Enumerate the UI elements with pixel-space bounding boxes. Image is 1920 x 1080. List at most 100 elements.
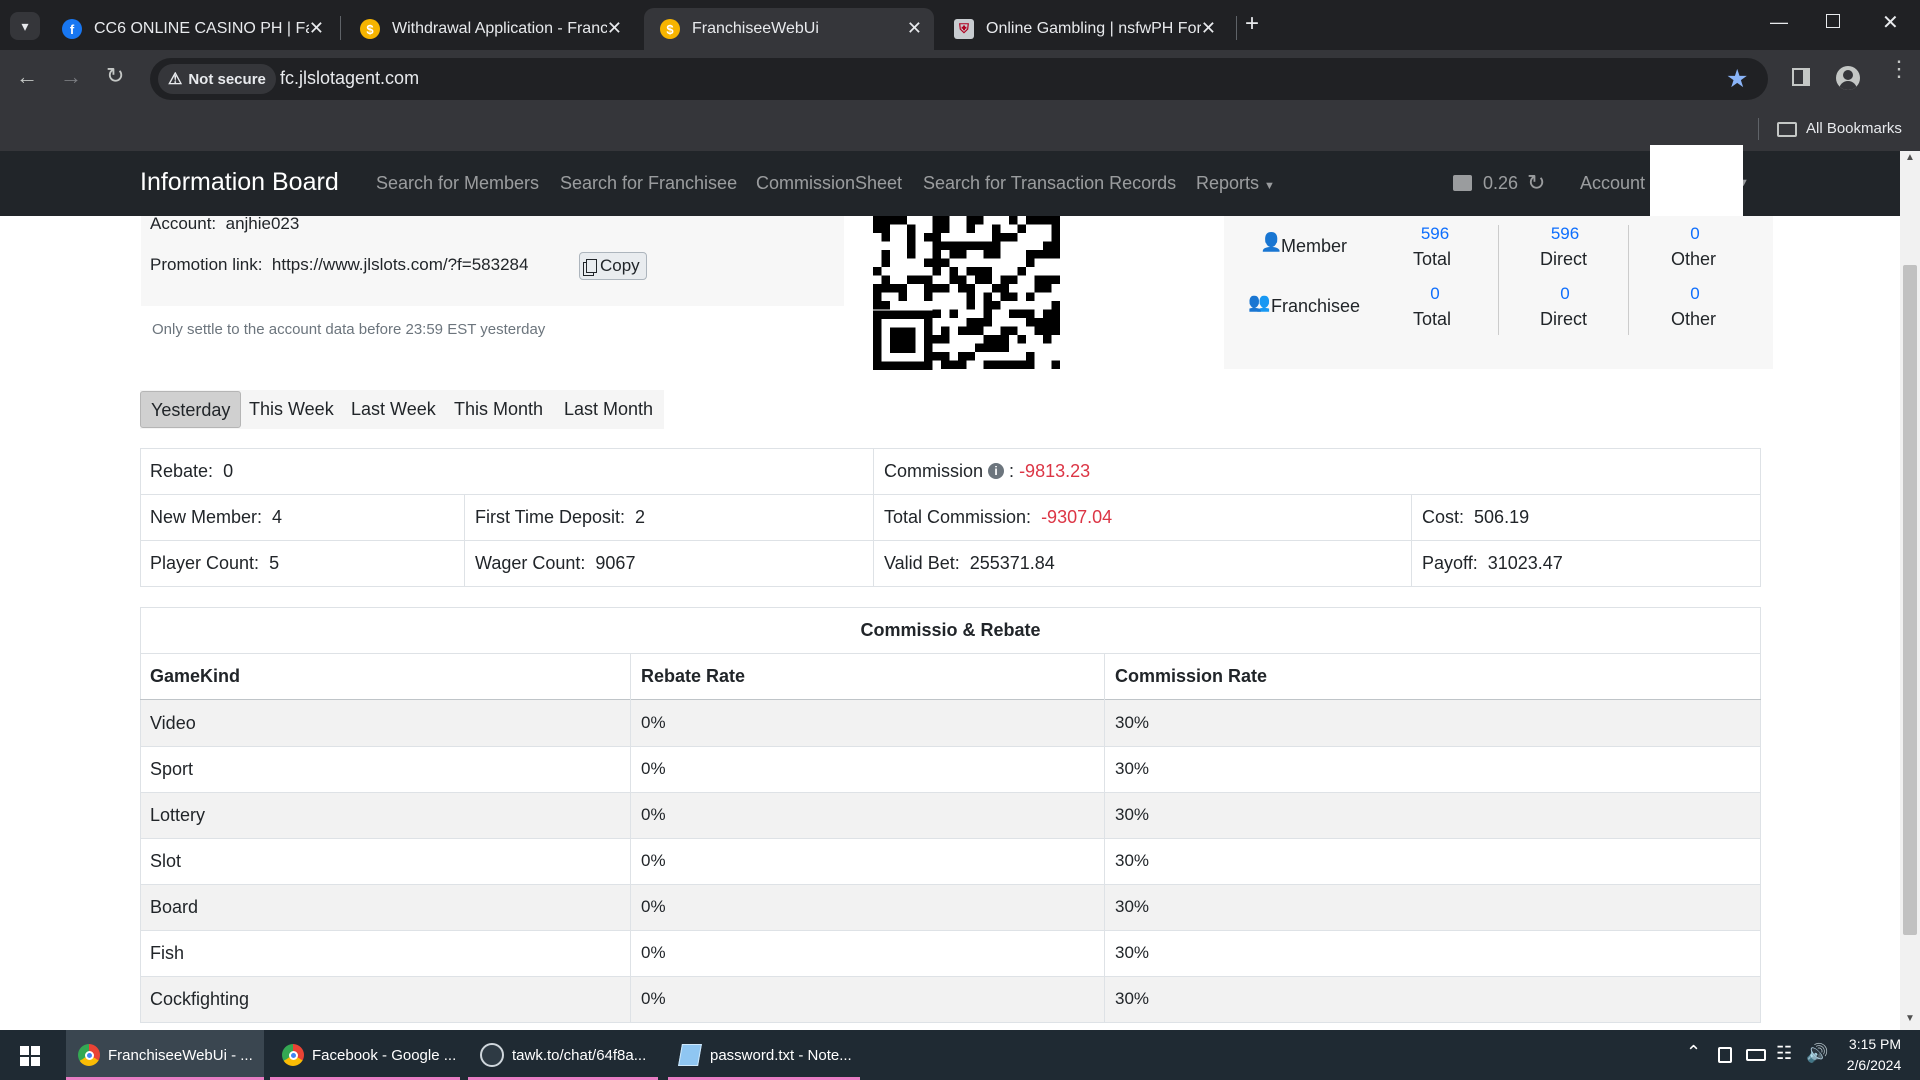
tab-facebook[interactable]: f CC6 ONLINE CASINO PH | Facel ✕: [46, 8, 336, 50]
rates-title: Commissio & Rebate: [860, 620, 1041, 640]
row-line: [140, 746, 1761, 747]
kebab-menu-icon[interactable]: ⋮: [1888, 58, 1910, 80]
windows-start-icon[interactable]: [20, 1046, 40, 1066]
cell-gamekind: Slot: [150, 850, 182, 871]
period-last-month[interactable]: Last Month: [554, 391, 663, 428]
franchisee-total[interactable]: 0: [1420, 284, 1450, 304]
row-line: [140, 1022, 1761, 1023]
side-panel-icon[interactable]: [1792, 68, 1810, 86]
scroll-up-arrow-icon[interactable]: ▲: [1905, 152, 1915, 163]
table-row: [141, 884, 1760, 930]
chevron-up-icon[interactable]: ⌃: [1686, 1042, 1701, 1063]
tab-divider: [1236, 16, 1237, 40]
cell-rebate-rate: 0%: [641, 805, 666, 824]
nav-search-franchisee[interactable]: Search for Franchisee: [560, 173, 737, 194]
player-count-cell: Player Count: 5: [140, 540, 279, 586]
member-total[interactable]: 596: [1420, 224, 1450, 244]
cell-commission-rate: 30%: [1115, 897, 1150, 916]
nav-transaction-records[interactable]: Search for Transaction Records: [923, 173, 1176, 194]
close-tab-icon[interactable]: ✕: [1201, 18, 1216, 39]
tab-title: FranchiseeWebUi: [692, 20, 819, 37]
not-secure-chip[interactable]: ⚠ Not secure: [158, 64, 276, 94]
franchisee-label: Franchisee: [1271, 296, 1361, 316]
tab-franchisee-webui[interactable]: $ FranchiseeWebUi ✕: [644, 8, 934, 50]
forward-arrow-icon[interactable]: →: [60, 64, 82, 90]
tab-title: Withdrawal Application - Franc: [392, 20, 607, 37]
period-last-week[interactable]: Last Week: [341, 391, 446, 428]
close-window-icon[interactable]: ✕: [1882, 10, 1899, 35]
table-row: [141, 792, 1760, 838]
tab-list-chevron-icon[interactable]: ▾: [10, 12, 40, 40]
nav-account-dropdown[interactable]: Account: [1580, 173, 1645, 194]
direct-label: Direct: [1540, 309, 1588, 329]
clock-date[interactable]: 2/6/2024: [1836, 1057, 1912, 1073]
close-tab-icon[interactable]: ✕: [607, 18, 622, 39]
reload-icon[interactable]: ↻: [106, 63, 124, 89]
wifi-icon[interactable]: ☷: [1776, 1043, 1792, 1064]
address-bar[interactable]: ⚠ Not secure fc.jlslotagent.com ★: [150, 58, 1768, 100]
cost-cell: Cost: 506.19: [1412, 494, 1529, 540]
taskbar-item-tawk[interactable]: tawk.to/chat/64f8a...: [468, 1030, 658, 1080]
copy-button[interactable]: Copy: [579, 252, 647, 280]
franchisee-icon: 👥: [1248, 292, 1271, 312]
minimize-icon[interactable]: —: [1770, 12, 1788, 33]
cell-gamekind: Fish: [150, 942, 185, 963]
member-icon: 👤: [1260, 232, 1283, 252]
bookmark-star-icon[interactable]: ★: [1726, 64, 1748, 94]
refresh-icon[interactable]: ↻: [1527, 170, 1545, 196]
taskbar-item-facebook[interactable]: Facebook - Google ...: [270, 1030, 460, 1080]
new-member-cell: New Member: 4: [140, 494, 282, 540]
clock-time[interactable]: 3:15 PM: [1840, 1036, 1910, 1052]
nav-reports-dropdown[interactable]: Reports ▼: [1196, 173, 1275, 194]
info-icon[interactable]: i: [988, 463, 1005, 479]
nav-search-members[interactable]: Search for Members: [376, 173, 539, 194]
period-this-month[interactable]: This Month: [444, 391, 553, 428]
cell-gamekind: Video: [150, 712, 196, 733]
cell-commission-rate: 30%: [1115, 713, 1150, 732]
promotion-link[interactable]: https://www.jlslots.com/?f=583284: [272, 255, 529, 274]
notepad-icon: [678, 1044, 702, 1066]
cell-commission-rate: 30%: [1115, 759, 1150, 778]
col-line: [1104, 653, 1105, 1023]
wager-count-label: Wager Count:: [475, 552, 586, 573]
site-brand[interactable]: Information Board: [140, 168, 339, 197]
close-tab-icon[interactable]: ✕: [309, 18, 324, 39]
all-bookmarks-button[interactable]: All Bookmarks: [1806, 120, 1902, 137]
row-line: [140, 653, 1761, 654]
restore-icon[interactable]: [1826, 14, 1840, 28]
site-navbar: Information Board Search for Members Sea…: [0, 151, 1900, 216]
account-row: Account: anjhie023: [150, 214, 299, 234]
franchisee-other[interactable]: 0: [1680, 284, 1710, 304]
taskbar-item-notepad[interactable]: password.txt - Note...: [668, 1030, 860, 1080]
volume-icon[interactable]: 🔊: [1806, 1043, 1828, 1064]
tab-online-gambling[interactable]: ⛨ Online Gambling | nsfwPH Foru ✕: [938, 8, 1228, 50]
period-yesterday[interactable]: Yesterday: [140, 391, 242, 428]
nav-commission-sheet[interactable]: CommissionSheet: [756, 173, 902, 194]
member-other[interactable]: 0: [1680, 224, 1710, 244]
close-tab-icon[interactable]: ✕: [907, 18, 922, 39]
back-arrow-icon[interactable]: ←: [16, 64, 38, 90]
folder-icon: [1777, 122, 1797, 137]
redacted-box: [1650, 145, 1743, 223]
promotion-label: Promotion link:: [150, 255, 263, 274]
taskbar-item-franchisee[interactable]: FranchiseeWebUi - ...: [66, 1030, 264, 1080]
new-tab-plus-icon[interactable]: +: [1245, 10, 1259, 38]
battery-icon[interactable]: [1746, 1049, 1766, 1061]
member-direct[interactable]: 596: [1550, 224, 1580, 244]
profile-avatar-icon[interactable]: [1836, 66, 1860, 90]
chrome-icon: [78, 1044, 100, 1066]
direct-label: Direct: [1540, 249, 1588, 269]
cell-rebate-rate: 0%: [641, 713, 666, 732]
meet-icon[interactable]: [1718, 1047, 1732, 1063]
new-member-label: New Member:: [150, 506, 263, 527]
cost-label: Cost:: [1422, 506, 1465, 527]
scroll-down-arrow-icon[interactable]: ▼: [1905, 1013, 1915, 1024]
url-text[interactable]: fc.jlslotagent.com: [280, 68, 419, 89]
settle-note: Only settle to the account data before 2…: [152, 321, 546, 338]
windows-taskbar: FranchiseeWebUi - ... Facebook - Google …: [0, 1030, 1920, 1080]
tab-withdrawal[interactable]: $ Withdrawal Application - Franc ✕: [344, 8, 634, 50]
scrollbar-thumb[interactable]: [1903, 265, 1917, 935]
franchisee-direct[interactable]: 0: [1550, 284, 1580, 304]
period-this-week[interactable]: This Week: [239, 391, 344, 428]
cell-gamekind: Lottery: [150, 804, 206, 825]
